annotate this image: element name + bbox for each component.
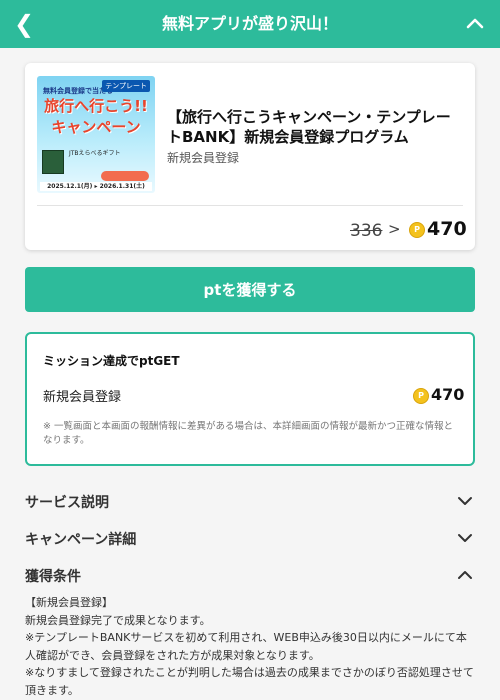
mission-note: ※ 一覧画面と本画面の報酬情報に差異がある場合は、本詳細画面の情報が最新かつ正確… [43,421,453,446]
chevron-down-icon [458,497,472,505]
accordion-label: キャンペーン詳細 [25,532,137,548]
accordion-label: 獲得条件 [25,569,81,585]
conditions-line: ※テンプレートBANKサービスを初めて利用され、WEB申込み後30日以内にメール… [25,631,467,662]
old-points: 336 [350,221,383,241]
arrow-icon: > [388,220,401,238]
conditions-heading: 【新規会員登録】 [25,596,113,609]
divider [37,205,463,206]
banner-headline-1: 旅行へ行こう!! [44,97,148,115]
collapse-chevron-up-icon[interactable] [464,12,486,34]
chevron-up-icon [458,571,472,579]
chevron-down-icon [458,534,472,542]
mission-title: ミッション達成でptGET [43,354,180,368]
point-coin-icon: P [413,388,429,404]
new-points: 470 [427,218,467,240]
offer-card: 無料会員登録で当たる テンプレート 旅行へ行こう!! キャンペーン JTBえらべ… [25,63,475,250]
banner-headline-2: キャンペーン [51,118,141,136]
accordion-service[interactable]: サービス説明 [25,488,475,514]
offer-subtitle: 新規会員登録 [167,151,240,165]
top-bar: ❮ 無料アプリが盛り沢山！ [0,0,500,48]
accordion-label: サービス説明 [25,495,109,511]
mission-points: 470 [431,385,465,404]
back-chevron-icon[interactable]: ❮ [14,9,38,39]
banner-gift-picture [42,150,64,174]
accordion-campaign[interactable]: キャンペーン詳細 [25,525,475,551]
banner-button-graphic [101,171,149,181]
page-title: 無料アプリが盛り沢山！ [161,14,338,33]
conditions-line: ※なりすまして登録されたことが判明した場合は過去の成果までさかのぼり否認処理させ… [25,666,474,697]
mission-box: ミッション達成でptGET 新規会員登録 P 470 ※ 一覧画面と本画面の報酬… [25,332,475,466]
point-coin-icon: P [409,222,425,238]
accordion-conditions[interactable]: 獲得条件 [25,562,475,588]
banner-gift-text: JTBえらべるギフト [69,150,121,157]
banner-dates: 2025.12.1(月) ▸ 2026.1.31(土) [40,182,152,191]
banner-logo: テンプレート [102,80,150,92]
offer-banner-image: 無料会員登録で当たる テンプレート 旅行へ行こう!! キャンペーン JTBえらべ… [37,76,155,193]
conditions-content: 【新規会員登録】 新規会員登録完了で成果となります。 ※テンプレートBANKサー… [25,594,475,699]
mission-task: 新規会員登録 [43,390,122,405]
offer-title: 【旅行へ行こうキャンペーン・テンプレートBANK】新規会員登録プログラム [167,108,451,146]
conditions-line: 新規会員登録完了で成果となります。 [25,613,211,627]
get-points-button[interactable]: ptを獲得する [25,267,475,312]
